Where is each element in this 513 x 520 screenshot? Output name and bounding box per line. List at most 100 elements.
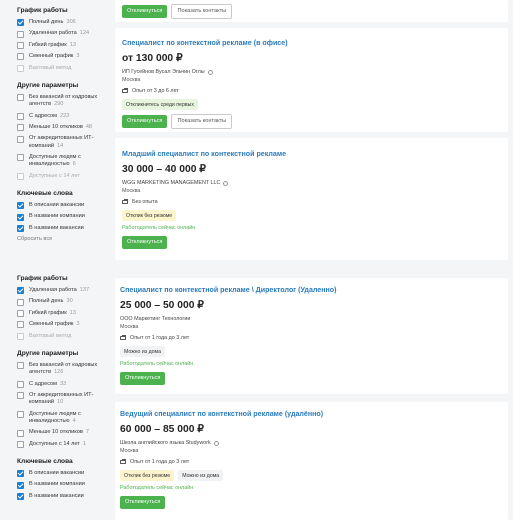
filter-accredited-it[interactable]: От аккредитованных ИТ-компаний 10 — [0, 392, 108, 407]
vacancy-salary: 60 000 – 85 000 ₽ — [120, 424, 204, 435]
filter-schedule-remote[interactable]: Удаленная работа 137 — [0, 287, 108, 295]
filters-sidebar-2: График работы Удаленная работа 137 Полный… — [0, 270, 108, 504]
other-params-title: Другие параметры — [17, 349, 79, 357]
filter-kw-description[interactable]: В описании вакансии — [0, 470, 108, 478]
filter-kw-title[interactable]: В названии вакансии — [0, 225, 108, 233]
company-name[interactable]: ООО Маркетинг Технологии — [120, 316, 503, 322]
briefcase-icon — [120, 334, 127, 341]
filter-schedule-rotation: Вахтовый метод — [0, 333, 108, 340]
vacancy-city: Москва — [122, 188, 141, 194]
checkbox[interactable] — [17, 470, 24, 478]
filter-less-10-responses[interactable]: Меньше 10 откликов 48 — [0, 124, 108, 132]
checkbox[interactable] — [17, 202, 24, 210]
verified-icon — [223, 180, 229, 186]
respond-button[interactable]: Откликнуться — [120, 496, 166, 509]
checkbox — [17, 64, 24, 72]
show-contacts-button[interactable]: Показать контакты — [171, 4, 233, 19]
filter-schedule-flexible[interactable]: Гибкий график 13 — [0, 310, 108, 318]
filter-age-14: Доступные с 14 лет — [0, 173, 108, 180]
vacancy-title-link[interactable]: Специалист по контекстной рекламе (в офи… — [122, 39, 501, 47]
experience: Опыт от 1 года до 3 лет — [120, 458, 503, 465]
briefcase-icon — [120, 458, 127, 465]
respond-button[interactable]: Откликнуться — [122, 236, 168, 249]
employer-online-status: Работодатель сейчас онлайн — [120, 361, 194, 367]
filters-sidebar-1: График работы Полный день 306 Удаленная р… — [0, 0, 108, 242]
respond-button[interactable]: Откликнуться — [122, 115, 168, 128]
checkbox[interactable] — [17, 481, 24, 489]
keywords-title: Ключевые слова — [17, 190, 73, 197]
vacancy-salary: 25 000 – 50 000 ₽ — [120, 300, 204, 311]
checkbox[interactable] — [17, 94, 24, 102]
checkbox[interactable] — [17, 410, 24, 418]
vacancy-salary: 30 000 – 40 000 ₽ — [122, 164, 206, 175]
checkbox[interactable] — [17, 392, 24, 400]
checkbox[interactable] — [17, 30, 24, 38]
checkbox[interactable] — [17, 429, 24, 437]
company-name[interactable]: WGG MARKETING MANAGEMENT LLC — [122, 180, 501, 186]
verified-icon — [213, 440, 219, 446]
checkbox[interactable] — [17, 19, 24, 27]
filter-schedule-remote[interactable]: Удаленная работа 124 — [0, 30, 108, 38]
filter-schedule-full-day[interactable]: Полный день 306 — [0, 19, 108, 27]
checkbox[interactable] — [17, 135, 24, 143]
checkbox — [17, 172, 24, 180]
vacancy-title-link[interactable]: Специалист по контекстной рекламе \ Дире… — [120, 286, 503, 294]
experience: Без опыта — [122, 198, 501, 205]
checkbox[interactable] — [17, 225, 24, 233]
respond-first-badge: Откликнитесь среди первых — [122, 99, 198, 110]
checkbox[interactable] — [17, 112, 24, 120]
checkbox[interactable] — [17, 124, 24, 132]
filter-schedule-flexible[interactable]: Гибкий график 13 — [0, 42, 108, 50]
work-schedule-title: График работы — [17, 275, 68, 282]
vacancy-title-link[interactable]: Ведущий специалист по контекстной реклам… — [120, 410, 503, 418]
filter-kw-company[interactable]: В названии компании — [0, 213, 108, 221]
filter-less-10-responses[interactable]: Меньше 10 откликов 7 — [0, 429, 108, 437]
experience: Опыт от 3 до 6 лет — [122, 87, 501, 94]
briefcase-icon — [122, 198, 129, 205]
filter-kw-company[interactable]: В названии компании — [0, 481, 108, 489]
checkbox — [17, 332, 24, 340]
checkbox[interactable] — [17, 493, 24, 501]
checkbox[interactable] — [17, 440, 24, 448]
filter-age-14[interactable]: Доступные с 14 лет 1 — [0, 441, 108, 448]
checkbox[interactable] — [17, 213, 24, 221]
briefcase-icon — [122, 87, 129, 94]
checkbox[interactable] — [17, 298, 24, 306]
filter-kw-description[interactable]: В описании вакансии — [0, 202, 108, 210]
checkbox[interactable] — [17, 310, 24, 318]
filter-schedule-shift[interactable]: Сменный график 3 — [0, 321, 108, 329]
vacancy-card: Ведущий специалист по контекстной реклам… — [115, 402, 508, 520]
checkbox[interactable] — [17, 154, 24, 162]
respond-button[interactable]: Откликнуться — [122, 5, 168, 18]
filter-disability[interactable]: Доступные людям с инвалидностью 6 — [0, 154, 108, 169]
checkbox[interactable] — [17, 362, 24, 370]
filter-no-agencies[interactable]: Без вакансий от кадровых агентств 126 — [0, 362, 108, 377]
filter-no-agencies[interactable]: Без вакансий от кадровых агентств 290 — [0, 94, 108, 109]
company-name[interactable]: ИП Гусейнов Вусал Эльчин Оглы — [122, 69, 501, 75]
vacancy-city: Москва — [120, 448, 139, 454]
filter-schedule-shift[interactable]: Сменный график 3 — [0, 53, 108, 61]
show-contacts-button[interactable]: Показать контакты — [171, 114, 233, 129]
vacancy-title-link[interactable]: Младший специалист по контекстной реклам… — [122, 150, 501, 158]
reset-all-link[interactable]: Сбросить все — [0, 236, 108, 242]
filter-schedule-full-day[interactable]: Полный день 30 — [0, 298, 108, 306]
remote-badge: Можно из дома — [178, 470, 224, 481]
vacancy-city: Москва — [120, 324, 139, 330]
employer-online-status: Работодатель сейчас онлайн — [122, 225, 196, 231]
checkbox[interactable] — [17, 287, 24, 295]
keywords-title: Ключевые слова — [17, 458, 73, 465]
no-resume-badge: Отклик без резюме — [120, 470, 175, 481]
checkbox[interactable] — [17, 42, 24, 50]
vacancy-card: Специалист по контекстной рекламе \ Дире… — [115, 278, 508, 394]
filter-schedule-rotation: Вахтовый метод — [0, 65, 108, 72]
filter-disability[interactable]: Доступные людям с инвалидностью 4 — [0, 411, 108, 426]
filter-accredited-it[interactable]: От аккредитованных ИТ-компаний 14 — [0, 135, 108, 150]
company-name[interactable]: Школа английского языка Studywork — [120, 440, 503, 446]
checkbox[interactable] — [17, 321, 24, 329]
checkbox[interactable] — [17, 53, 24, 61]
respond-button[interactable]: Откликнуться — [120, 372, 166, 385]
checkbox[interactable] — [17, 380, 24, 388]
filter-kw-title[interactable]: В названии вакансии — [0, 493, 108, 501]
filter-with-address[interactable]: С адресом 33 — [0, 381, 108, 388]
filter-with-address[interactable]: С адресом 223 — [0, 113, 108, 120]
